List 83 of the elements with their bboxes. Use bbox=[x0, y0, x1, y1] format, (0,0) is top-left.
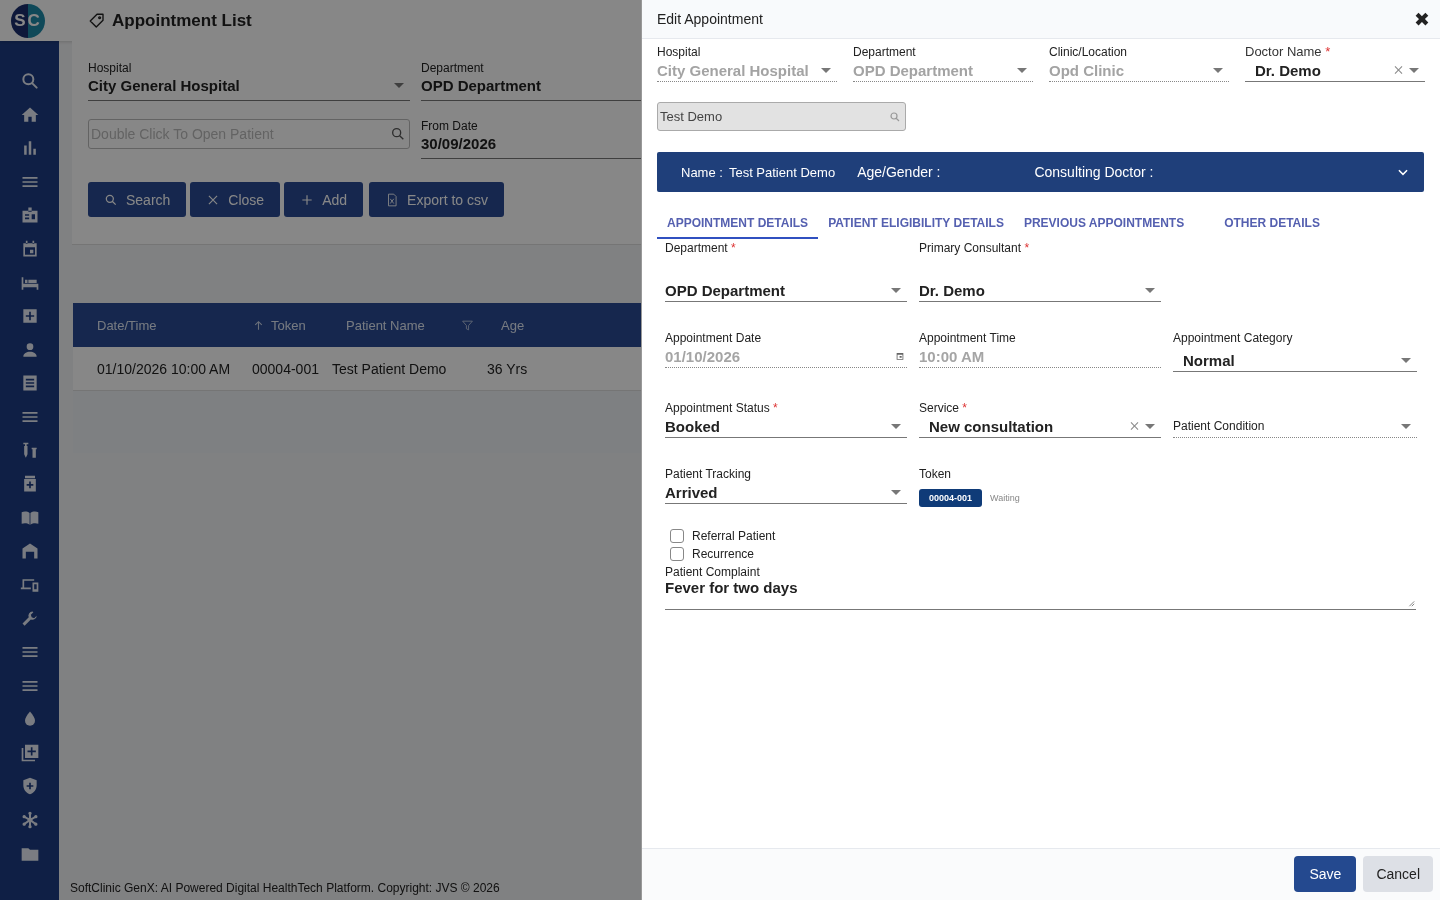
table-cell-text: 01/10/2026 10:00 AM bbox=[96, 360, 232, 377]
table-cell-text: 00004-001 bbox=[252, 360, 320, 377]
close-button[interactable]: ✖ bbox=[1410, 8, 1434, 30]
file-icon bbox=[385, 192, 400, 207]
caret-icon bbox=[1017, 67, 1027, 73]
caret-icon bbox=[1401, 423, 1411, 429]
column-header[interactable]: Age bbox=[501, 317, 525, 333]
patient-search-field[interactable]: Test Demo bbox=[657, 102, 906, 131]
save-button[interactable]: Save bbox=[1294, 856, 1357, 892]
tag-icon bbox=[88, 11, 106, 30]
caret-icon bbox=[891, 423, 901, 429]
field-label: Token bbox=[919, 467, 953, 481]
field-label: Department bbox=[853, 45, 917, 59]
field-label: Appointment Date bbox=[665, 331, 763, 345]
resize-handle-icon[interactable] bbox=[1407, 599, 1415, 607]
banner-label: Name : bbox=[681, 164, 723, 180]
banner-label: Age/Gender : bbox=[857, 164, 941, 180]
filter-icon[interactable] bbox=[460, 318, 474, 332]
caret-icon bbox=[891, 489, 901, 495]
search-button[interactable]: Search bbox=[88, 182, 187, 217]
caret-icon bbox=[1145, 287, 1155, 293]
export-button[interactable]: Export to csv bbox=[369, 182, 504, 217]
logo[interactable]: SC bbox=[11, 3, 45, 38]
plus-icon bbox=[300, 192, 315, 207]
complaint-field[interactable]: Fever for two days bbox=[665, 579, 1416, 610]
tab[interactable]: PATIENT ELIGIBILITY DETAILS bbox=[818, 208, 1014, 239]
caret-icon bbox=[821, 67, 831, 73]
table-cell-text: Test Patient Demo bbox=[332, 360, 448, 377]
sort-arrow-icon[interactable] bbox=[252, 318, 265, 332]
caret-icon bbox=[1409, 67, 1419, 73]
field-label: Department bbox=[421, 61, 484, 75]
select-field[interactable]: OPD Department bbox=[665, 279, 907, 302]
tab[interactable]: APPOINTMENT DETAILS bbox=[657, 208, 819, 239]
field-label: Department * bbox=[665, 241, 737, 255]
checkbox[interactable] bbox=[670, 529, 684, 543]
tab[interactable]: PREVIOUS APPOINTMENTS bbox=[1013, 208, 1195, 239]
caret-icon bbox=[1213, 67, 1223, 73]
search-icon bbox=[390, 126, 406, 142]
field-label: Appointment Time bbox=[919, 331, 1017, 345]
hospital-select[interactable]: City General Hospital bbox=[88, 75, 410, 101]
copyright-text: SoftClinic GenX: AI Powered Digital HealthTech Platform. Copyright: JVS © 2026 bbox=[70, 881, 500, 895]
field-label: Appointment Category bbox=[1173, 331, 1294, 345]
field-label: Patient Complaint bbox=[665, 565, 761, 579]
select-field[interactable]: Dr. Demo bbox=[1245, 59, 1425, 82]
field-label: Clinic/Location bbox=[1049, 45, 1129, 59]
field-label: Doctor Name * bbox=[1245, 44, 1332, 59]
patient-name: Test Patient Demo bbox=[728, 164, 836, 180]
select-field[interactable]: Booked bbox=[665, 415, 907, 438]
banner-label: Consulting Doctor : bbox=[1034, 164, 1154, 180]
checkbox[interactable] bbox=[670, 547, 684, 561]
caret-icon bbox=[891, 287, 901, 293]
cancel-button[interactable]: Cancel bbox=[1363, 856, 1433, 892]
close-button[interactable]: Close bbox=[190, 182, 281, 217]
select-field[interactable]: Normal bbox=[1173, 349, 1417, 372]
column-header[interactable]: Patient Name bbox=[346, 317, 425, 333]
field-label: Hospital bbox=[657, 45, 702, 59]
tab[interactable]: OTHER DETAILS bbox=[1214, 208, 1330, 239]
select-field[interactable]: New consultation bbox=[919, 415, 1161, 438]
search-icon bbox=[104, 192, 118, 207]
field-label: Primary Consultant * bbox=[919, 241, 1031, 255]
add-button[interactable]: Add bbox=[284, 182, 364, 217]
drawer-title: Edit Appointment bbox=[657, 11, 763, 27]
select-field[interactable]: Dr. Demo bbox=[919, 279, 1161, 302]
search-icon bbox=[889, 110, 901, 123]
select-field[interactable]: Arrived bbox=[665, 481, 907, 504]
patient-banner[interactable]: Name : Test Patient Demo Age/Gender : Consulting Doctor : bbox=[657, 152, 1424, 192]
search-icon[interactable] bbox=[19, 70, 40, 92]
field-label: Hospital bbox=[88, 61, 132, 75]
token-badge: 00004-001 bbox=[919, 489, 983, 507]
column-header[interactable]: Token bbox=[271, 317, 306, 333]
page-title: Appointment List bbox=[112, 10, 252, 31]
field-label: From Date bbox=[421, 119, 478, 133]
field-label: Appointment Status * bbox=[665, 401, 779, 415]
token-status: Waiting bbox=[990, 493, 1020, 503]
field-label: Patient Tracking bbox=[665, 467, 753, 481]
table-cell-text: 36 Yrs bbox=[487, 360, 529, 377]
caret-icon bbox=[1401, 357, 1411, 363]
checkbox-label: Recurrence bbox=[692, 547, 755, 561]
checkbox-label: Referral Patient bbox=[692, 529, 776, 543]
caret-icon bbox=[1145, 423, 1155, 429]
caret-icon bbox=[394, 83, 404, 88]
field-label: Service * bbox=[919, 401, 969, 415]
column-header[interactable]: Date/Time bbox=[97, 317, 157, 333]
